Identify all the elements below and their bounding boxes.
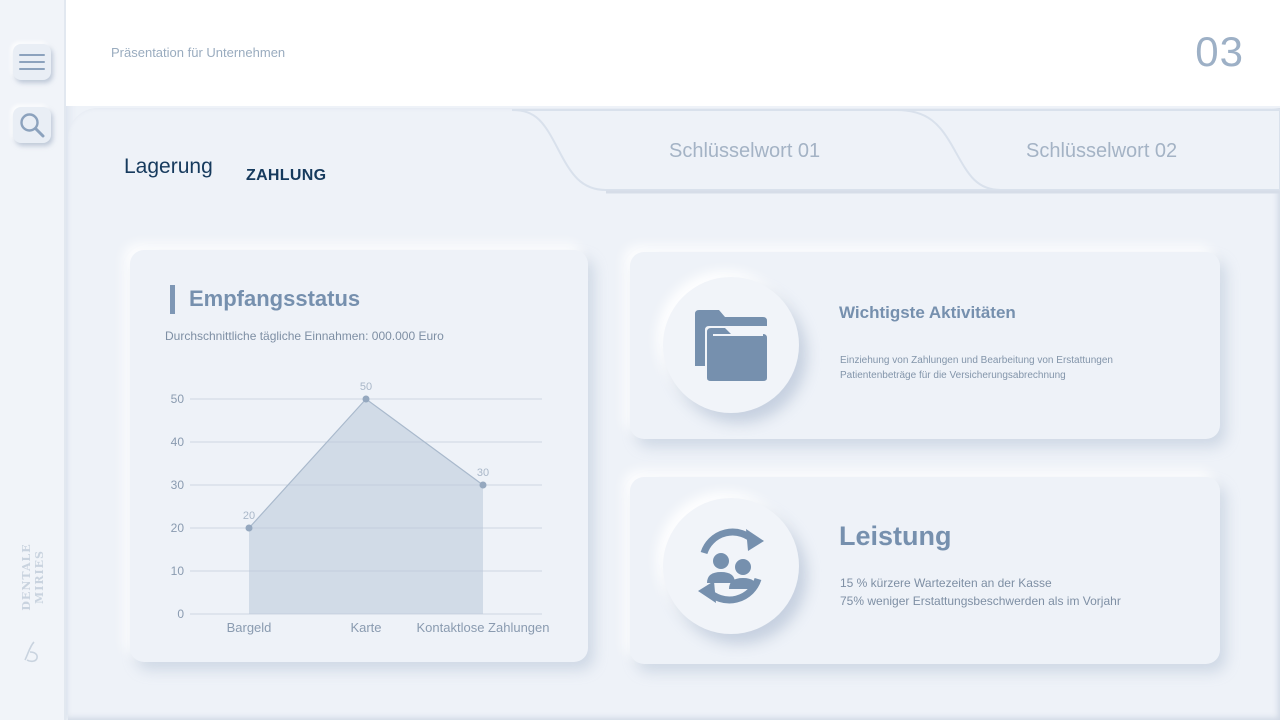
series-area bbox=[249, 399, 483, 614]
data-point bbox=[362, 395, 370, 403]
brand: DENTALE MIRIES bbox=[20, 518, 46, 636]
x-tick-label: Karte bbox=[350, 620, 381, 635]
search-button[interactable] bbox=[13, 107, 51, 143]
y-tick-label: 10 bbox=[171, 564, 185, 578]
active-tab-subtitle: ZAHLUNG bbox=[246, 167, 327, 184]
performance-line-2: 75% weniger Erstattungsbeschwerden als i… bbox=[840, 594, 1121, 608]
title-accent-bar bbox=[170, 285, 175, 314]
chart-title: Empfangsstatus bbox=[189, 286, 361, 311]
performance-icon-circle bbox=[663, 498, 799, 634]
header: Präsentation für Unternehmen 03 bbox=[66, 0, 1280, 106]
brand-text: DENTALE MIRIES bbox=[20, 543, 46, 611]
chart-subtitle: Durchschnittliche tägliche Einnahmen: 00… bbox=[165, 329, 444, 343]
folder-icon bbox=[695, 310, 767, 381]
brand-logo-icon bbox=[24, 641, 38, 663]
data-point bbox=[479, 481, 487, 489]
data-label: 50 bbox=[360, 381, 372, 393]
sidebar: DENTALE MIRIES bbox=[0, 0, 66, 720]
search-icon bbox=[20, 113, 45, 138]
data-label: 20 bbox=[243, 510, 255, 522]
y-tick-label: 40 bbox=[171, 435, 185, 449]
active-tab-title[interactable]: Lagerung bbox=[124, 155, 213, 179]
x-tick-label: Bargeld bbox=[227, 620, 272, 635]
menu-button[interactable] bbox=[13, 44, 51, 80]
tab-schluesselwort-01[interactable]: Schlüsselwort 01 bbox=[669, 140, 820, 163]
presentation-subtitle: Präsentation für Unternehmen bbox=[111, 45, 286, 60]
user-sync-icon bbox=[698, 528, 764, 604]
y-tick-label: 50 bbox=[171, 392, 185, 406]
tab-schluesselwort-02[interactable]: Schlüsselwort 02 bbox=[1026, 140, 1177, 163]
activities-line-1: Einziehung von Zahlungen und Bearbeitung… bbox=[840, 355, 1113, 366]
hamburger-icon bbox=[19, 54, 45, 70]
activities-line-2: Patientenbeträge für die Versicherungsab… bbox=[840, 370, 1066, 381]
page-number: 03 bbox=[1195, 28, 1244, 75]
area-chart: 0 10 20 30 40 50 20 50 30 Bargeld Karte Kontaktlose… bbox=[171, 381, 550, 635]
y-tick-label: 30 bbox=[171, 478, 185, 492]
data-label: 30 bbox=[477, 467, 489, 479]
performance-title: Leistung bbox=[839, 521, 952, 551]
performance-line-1: 15 % kürzere Wartezeiten an der Kasse bbox=[840, 576, 1052, 590]
y-tick-label: 0 bbox=[177, 607, 184, 621]
activities-title: Wichtigste Aktivitäten bbox=[839, 303, 1016, 322]
data-point bbox=[245, 524, 253, 532]
y-tick-label: 20 bbox=[171, 521, 185, 535]
x-tick-label: Kontaktlose Zahlungen bbox=[417, 620, 550, 635]
activities-icon-circle bbox=[663, 277, 799, 413]
